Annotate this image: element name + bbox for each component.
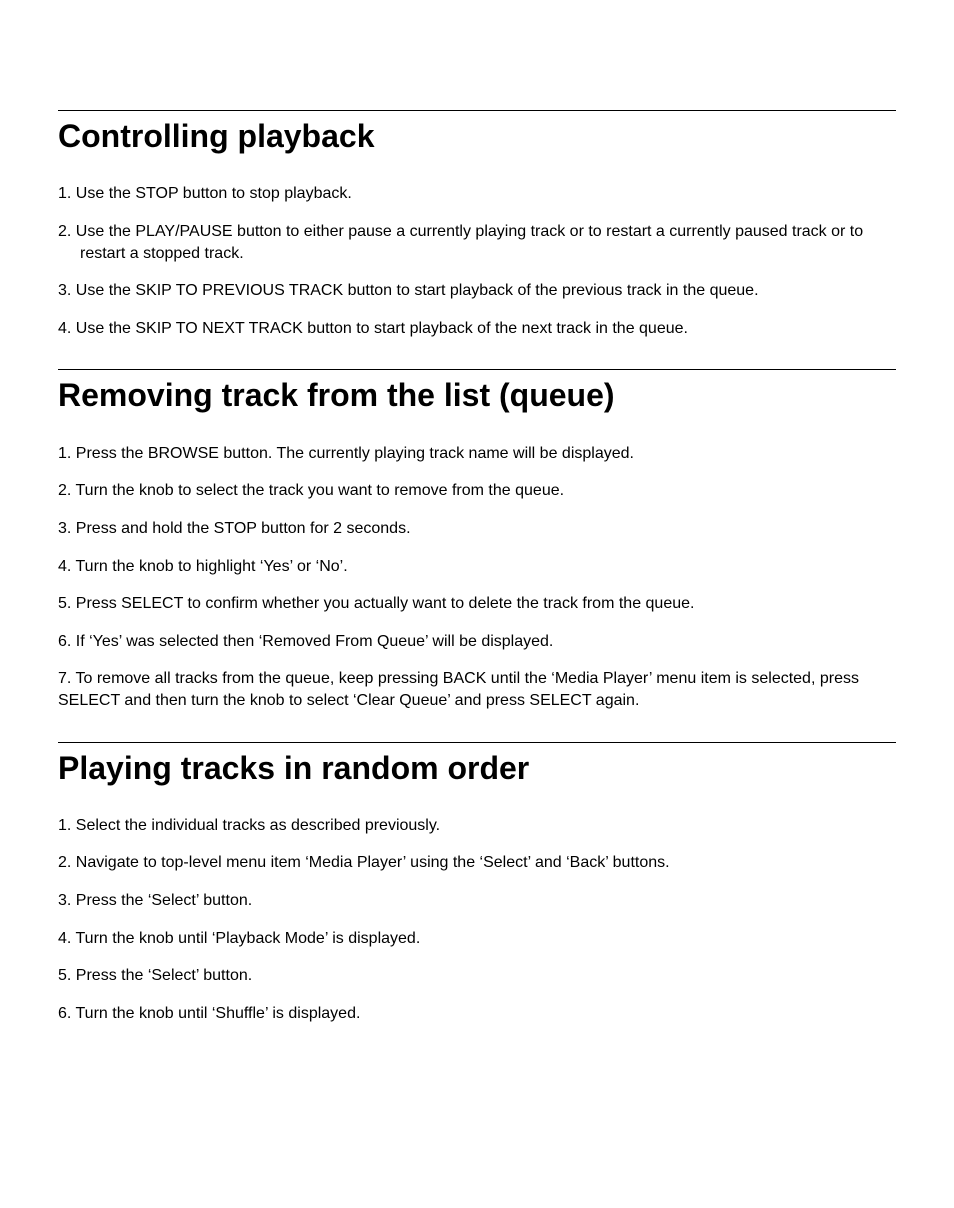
step-item: 7. To remove all tracks from the queue, … [58,668,896,711]
step-item: 2. Turn the knob to select the track you… [58,480,896,502]
step-item: 1. Select the individual tracks as descr… [58,815,896,837]
step-item: 6. Turn the knob until ‘Shuffle’ is disp… [58,1003,896,1025]
step-item: 2. Navigate to top-level menu item ‘Medi… [58,852,896,874]
section-heading: Controlling playback [58,117,896,155]
step-item: 2. Use the PLAY/PAUSE button to either p… [58,221,896,264]
step-item: 4. Use the SKIP TO NEXT TRACK button to … [58,318,896,340]
section-removing-track: Removing track from the list (queue) 1. … [58,369,896,711]
section-controlling-playback: Controlling playback 1. Use the STOP but… [58,110,896,339]
section-playing-random: Playing tracks in random order 1. Select… [58,742,896,1025]
step-item: 6. If ‘Yes’ was selected then ‘Removed F… [58,631,896,653]
step-item: 4. Turn the knob to highlight ‘Yes’ or ‘… [58,556,896,578]
step-item: 3. Use the SKIP TO PREVIOUS TRACK button… [58,280,896,302]
section-divider [58,742,896,743]
step-item: 3. Press the ‘Select’ button. [58,890,896,912]
section-heading: Playing tracks in random order [58,749,896,787]
section-heading: Removing track from the list (queue) [58,376,896,414]
step-item: 4. Turn the knob until ‘Playback Mode’ i… [58,928,896,950]
step-item: 1. Press the BROWSE button. The currentl… [58,443,896,465]
step-item: 1. Use the STOP button to stop playback. [58,183,896,205]
step-item: 5. Press the ‘Select’ button. [58,965,896,987]
step-item: 5. Press SELECT to confirm whether you a… [58,593,896,615]
document-page: Controlling playback 1. Use the STOP but… [0,0,954,1208]
step-item: 3. Press and hold the STOP button for 2 … [58,518,896,540]
section-divider [58,369,896,370]
section-divider [58,110,896,111]
